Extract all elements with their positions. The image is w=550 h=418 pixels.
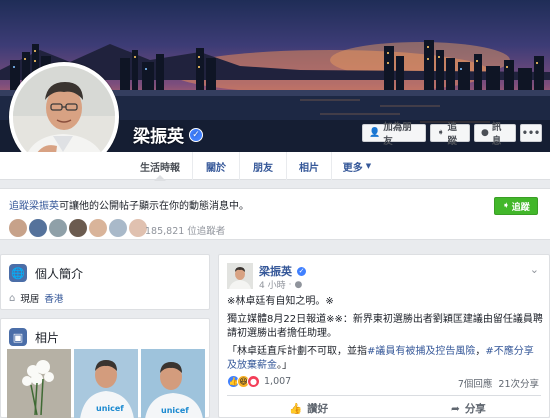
photo-thumbnail[interactable]: unicef <box>141 349 205 418</box>
angry-reaction-icon: ● <box>247 375 260 388</box>
lives-in-link[interactable]: 香港 <box>44 291 63 305</box>
avatar[interactable] <box>89 219 107 237</box>
avatar[interactable] <box>227 263 253 289</box>
svg-text:unicef: unicef <box>96 404 124 413</box>
tab-photos[interactable]: 相片 <box>287 152 331 180</box>
photos-card: ▣ 相片 unicef unicef <box>0 318 210 418</box>
svg-text:unicef: unicef <box>161 406 189 415</box>
verified-badge-icon: ✓ <box>296 265 307 277</box>
tab-about[interactable]: 關於 <box>193 152 239 180</box>
messenger-icon: ● <box>481 128 489 138</box>
intro-card: 🌐 個人簡介 ⌂ 現居 香港 <box>0 254 210 310</box>
photo-icon: ▣ <box>9 328 27 346</box>
follower-avatars <box>9 219 147 237</box>
add-friend-button[interactable]: 👤 加為朋友 <box>362 122 426 147</box>
post-quote-paragraph: 「林卓廷直斥計劃不可取，並指#議員有被捕及控告風險，#不應分享及放棄薪金。」 <box>227 346 534 371</box>
post-headline: ※林卓廷有自知之明。※ <box>227 296 334 307</box>
follow-prompt-text: 追蹤梁振英可讓他的公開帖子顯示在你的動態消息中。 <box>9 201 249 212</box>
add-friend-icon: 👤 <box>369 128 381 138</box>
more-icon: ••• <box>521 127 541 139</box>
post-options-chevron-icon[interactable]: ⌄ <box>530 263 539 276</box>
avatar[interactable] <box>9 219 27 237</box>
post-divider <box>227 395 541 396</box>
rss-icon: ➧ <box>502 201 510 211</box>
hashtag-link[interactable]: #議員有被捕及控告風險 <box>367 346 475 357</box>
comments-count[interactable]: 7個回應 <box>458 376 493 390</box>
reactions-count: 1,007 <box>264 376 292 387</box>
follow-prompt-box: 追蹤梁振英可讓他的公開帖子顯示在你的動態消息中。 ➧ 追蹤 185,821 位追… <box>0 188 550 240</box>
profile-tabs: 生活時報 關於 朋友 相片 更多 ▼ <box>0 152 550 181</box>
follow-button[interactable]: ➧ 追蹤 <box>430 122 470 147</box>
avatar[interactable] <box>69 219 87 237</box>
avatar[interactable] <box>49 219 67 237</box>
post-body-paragraph: 獨立媒體8月22日報道※※：新界東初選勝出者劉穎匡建議由留任議員聘請初選勝出者擔… <box>227 314 543 339</box>
intro-lives-in: ⌂ 現居 香港 <box>9 291 64 306</box>
avatar[interactable] <box>109 219 127 237</box>
photos-header[interactable]: ▣ 相片 <box>9 328 59 346</box>
share-button[interactable]: ➦ 分享 <box>451 401 486 416</box>
follow-prompt-link[interactable]: 追蹤梁振英 <box>9 201 59 212</box>
post-meta: 4 小時 · ● <box>259 278 303 292</box>
follower-count: 185,821 位追蹤者 <box>145 226 226 237</box>
reaction-summary[interactable]: 👍 😆 ● 1,007 <box>227 375 291 388</box>
post-card: 梁振英 ✓ 4 小時 · ● ⌄ ※林卓廷有自知之明。※ 獨立媒體8月22日報道… <box>218 254 550 418</box>
shares-count[interactable]: 21次分享 <box>498 376 539 390</box>
more-options-button[interactable]: ••• <box>520 124 542 142</box>
photo-thumbnail[interactable]: unicef <box>74 349 138 418</box>
profile-name[interactable]: 梁振英 ✓ <box>133 122 203 147</box>
tab-timeline[interactable]: 生活時報 <box>128 152 192 181</box>
intro-header: 🌐 個人簡介 <box>9 264 83 282</box>
tab-more[interactable]: 更多 ▼ <box>332 152 382 180</box>
message-button[interactable]: ● 訊息 <box>474 122 516 147</box>
globe-icon: ● <box>294 279 303 290</box>
chevron-down-icon: ▼ <box>365 162 372 170</box>
verified-badge-icon: ✓ <box>189 127 203 142</box>
avatar[interactable] <box>29 219 47 237</box>
rss-icon: ➧ <box>437 128 445 138</box>
like-button[interactable]: 👍 讚好 <box>289 401 328 416</box>
tab-friends[interactable]: 朋友 <box>240 152 286 180</box>
photo-thumbnail[interactable] <box>7 349 71 418</box>
post-author[interactable]: 梁振英 ✓ <box>259 263 307 279</box>
thumbs-up-icon: 👍 <box>289 403 303 415</box>
post-timestamp[interactable]: 4 小時 <box>259 278 286 291</box>
engagement-counts: 7個回應 21次分享 <box>458 376 539 390</box>
follow-green-button[interactable]: ➧ 追蹤 <box>494 197 538 215</box>
share-arrow-icon: ➦ <box>451 402 460 415</box>
home-icon: ⌂ <box>9 292 16 304</box>
globe-icon: 🌐 <box>9 264 27 282</box>
